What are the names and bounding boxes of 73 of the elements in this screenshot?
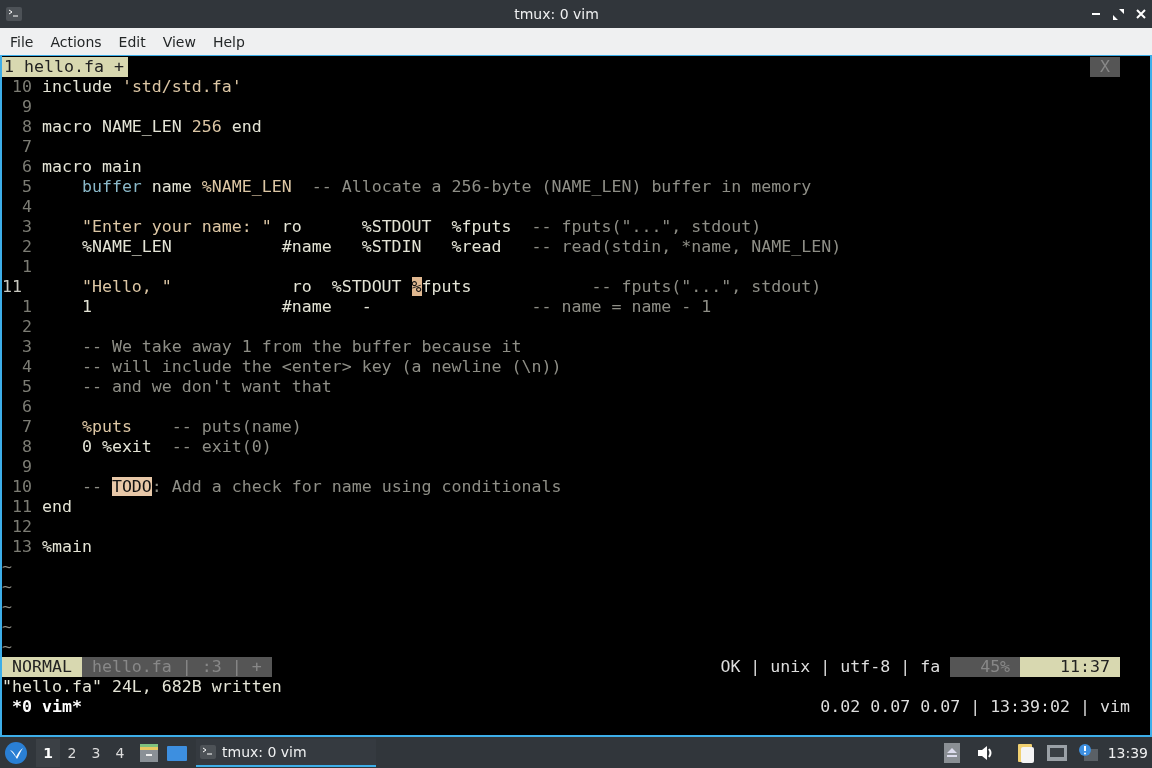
window-title: tmux: 0 vim [513,6,600,22]
buffer-tab[interactable]: 1 hello.fa + [2,57,128,77]
line-number: 6 [20,397,32,417]
tmux-window[interactable]: *0 vim* [2,697,82,717]
line-number: 1 [20,297,32,317]
empty-line-marker: ~ [2,577,12,597]
line-number: 5 [20,177,32,197]
cursor-position: 11:37 [1020,657,1120,677]
close-icon[interactable] [1136,9,1146,19]
line-number: 10 [11,477,32,497]
menu-item[interactable]: Actions [44,33,113,50]
eject-icon[interactable] [943,742,960,763]
line-number: 2 [20,317,32,337]
line-number: 3 [20,337,32,357]
line-number: 9 [20,97,32,117]
menu-item[interactable]: View [156,33,207,50]
line-number: 8 [20,117,32,137]
line-number: 4 [20,197,32,217]
terminal-icon [6,6,22,22]
menu-item[interactable]: Edit [112,33,157,50]
workspace-button[interactable]: 2 [60,738,84,767]
start-menu-icon[interactable] [4,740,28,765]
tmux-status: 0.02 0.07 0.07 | 13:39:02 | vim [820,697,1130,717]
code-line: 1 #name - -- name = name - 1 [80,297,712,317]
task-button[interactable]: tmux: 0 vim [196,738,376,767]
maximize-icon[interactable] [1113,8,1124,20]
line-number: 3 [20,217,32,237]
empty-line-marker: ~ [2,617,12,637]
code-line: -- and we don't want that [80,377,332,397]
mode-indicator: NORMAL [2,657,82,677]
file-cabinet-icon[interactable] [138,741,160,764]
line-number: 10 [11,77,32,97]
line-number: 2 [20,237,32,257]
empty-line-marker: ~ [2,637,12,657]
clock: 13:39 [1107,744,1148,761]
code-line: -- We take away 1 from the buffer because it [80,337,522,357]
line-number: 7 [20,137,32,157]
code-line: end [41,497,72,517]
menu-item[interactable]: Help [206,33,256,50]
empty-line-marker: ~ [2,597,12,617]
terminal-icon [200,743,216,760]
line-number: 8 [20,437,32,457]
code-line: %puts -- puts(name) [80,417,302,437]
line-number: 5 [20,377,32,397]
code-line: %NAME_LEN #name %STDIN %read -- read(stdin, *name, NAME_LEN) [80,237,842,257]
code-line: -- will include the <enter> key (a newline (\n)) [80,357,562,377]
notification-icon[interactable] [1077,742,1098,763]
empty-line-marker: ~ [2,557,12,577]
line-number: 9 [20,457,32,477]
line-number: 7 [20,417,32,437]
line-number: 11 [2,277,23,297]
line-number: 12 [11,517,32,537]
line-number: 11 [11,497,32,517]
workspace-button[interactable]: 3 [84,738,108,767]
code-line: -- TODO: Add a check for name using conditionals [80,477,562,497]
code-line: include 'std/std.fa' [41,77,242,97]
code-line: macro main [41,157,142,177]
code-line: 0 %exit -- exit(0) [80,437,272,457]
line-number: 1 [20,257,32,277]
line-number: 4 [20,357,32,377]
code-line: "Enter your name: " ro %STDOUT %fputs -- fputs("...", stdout) [80,217,762,237]
file-format: OK | unix | utf-8 | fa [720,657,941,677]
menu-item[interactable]: File [4,33,45,50]
line-number: 13 [11,537,32,557]
code-line: %main [41,537,92,557]
line-number: 6 [20,157,32,177]
clipboard-icon[interactable] [1015,741,1036,764]
code-line: macro NAME_LEN 256 end [41,117,262,137]
code-line: buffer name %NAME_LEN -- Allocate a 256-byte (NAME_LEN) buffer in memory [80,177,812,197]
workspace-button[interactable]: 1 [36,738,60,767]
message-line: "hello.fa" 24L, 682B written [2,677,282,697]
workspace-button[interactable]: 4 [108,738,132,767]
network-icon[interactable] [1045,743,1068,762]
